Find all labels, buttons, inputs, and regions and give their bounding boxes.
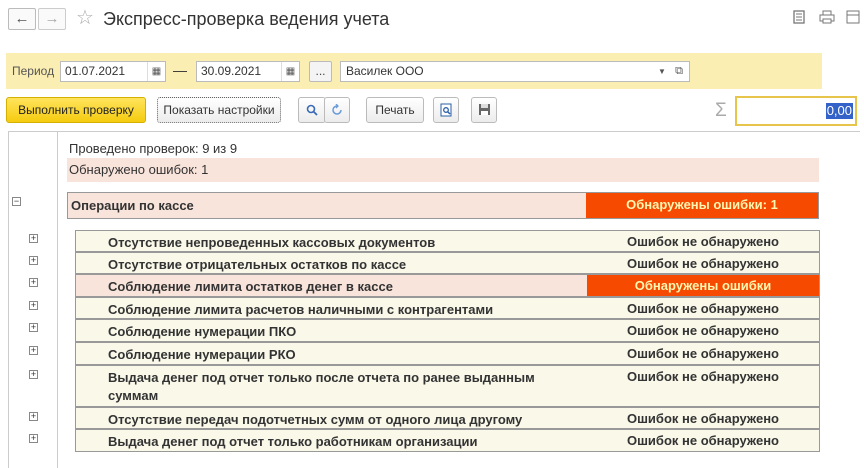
table-row[interactable]: Соблюдение нумерации ПКО Ошибок не обнар… [75,319,820,342]
star-icon[interactable]: ☆ [76,6,94,30]
more-icon[interactable] [846,10,860,26]
expand-icon[interactable]: + [29,256,38,265]
expand-icon[interactable]: + [29,278,38,287]
period-dash: — [173,62,187,78]
expand-icon[interactable]: + [29,346,38,355]
row-status: Ошибок не обнаружено [626,256,779,271]
collapse-icon[interactable]: − [12,197,21,206]
title-bar: ← → ☆ Экспресс-проверка ведения учета [0,0,864,40]
date-from-value: 01.07.2021 [65,64,126,78]
row-name: Выдача денег под отчет только после отче… [108,370,535,403]
reset-search-button[interactable] [324,97,350,123]
save-button[interactable] [471,97,497,123]
tree-gutter [57,132,58,468]
organization-value: Василек ООО [346,64,424,78]
row-status: Ошибок не обнаружено [626,411,779,426]
back-icon[interactable]: ← [8,8,36,30]
table-row[interactable]: Соблюдение лимита остатков денег в кассе… [75,274,820,297]
table-row[interactable]: Соблюдение лимита расчетов наличными с к… [75,297,820,319]
row-status: Ошибок не обнаружено [626,369,779,384]
row-status: Ошибок не обнаружено [626,301,779,316]
date-to-field[interactable]: 30.09.2021 ▦ [196,61,300,82]
expand-icon[interactable]: + [29,323,38,332]
period-select-button[interactable]: ... [309,61,332,82]
print-button[interactable]: Печать [366,97,424,123]
date-to-value: 30.09.2021 [201,64,262,78]
row-name: Соблюдение нумерации РКО [108,347,296,362]
row-name: Соблюдение нумерации ПКО [108,324,297,339]
calendar-icon[interactable]: ▦ [281,62,299,81]
table-row[interactable]: Отсутствие непроведенных кассовых докуме… [75,230,820,252]
table-row[interactable]: Выдача денег под отчет только работникам… [75,429,820,452]
row-status: Ошибок не обнаружено [626,346,779,361]
row-status: Ошибок не обнаружено [626,323,779,338]
row-name: Соблюдение лимита расчетов наличными с к… [108,302,494,317]
show-settings-button[interactable]: Показать настройки [157,97,281,123]
sum-value: 0,00 [825,103,853,119]
row-name: Отсутствие непроведенных кассовых докуме… [108,235,436,250]
errors-found-text: Обнаружено ошибок: 1 [69,162,209,177]
row-name: Отсутствие передач подотчетных сумм от о… [108,412,523,427]
row-status: Ошибок не обнаружено [626,234,779,249]
search-button[interactable] [298,97,326,123]
date-from-field[interactable]: 01.07.2021 ▦ [60,61,166,82]
group-status: Обнаружены ошибки: 1 [586,193,818,218]
expand-icon[interactable]: + [29,301,38,310]
forward-icon[interactable]: → [38,8,66,30]
run-check-button[interactable]: Выполнить проверку [6,97,146,123]
row-name: Выдача денег под отчет только работникам… [108,434,478,449]
document-icon[interactable] [792,10,806,26]
calendar-icon[interactable]: ▦ [147,62,165,81]
table-row[interactable]: Соблюдение нумерации РКО Ошибок не обнар… [75,342,820,365]
group-name: Операции по кассе [71,198,194,213]
row-status: Обнаружены ошибки [587,275,819,296]
page-title: Экспресс-проверка ведения учета [103,9,390,29]
refresh-icon [331,103,343,119]
expand-icon[interactable]: + [29,234,38,243]
group-row-cash[interactable]: Операции по кассе Обнаружены ошибки: 1 [67,192,819,219]
expand-icon[interactable]: + [29,412,38,421]
expand-icon[interactable]: + [29,370,38,379]
errors-found-bar: Обнаружено ошибок: 1 [67,158,819,182]
filter-bar: Период 01.07.2021 ▦ — 30.09.2021 ▦ ... В… [6,53,822,89]
print-icon[interactable] [819,10,835,26]
table-row[interactable]: Отсутствие отрицательных остатков по кас… [75,252,820,274]
checks-done-text: Проведено проверок: 9 из 9 [69,141,238,156]
table-row[interactable]: Выдача денег под отчет только после отче… [75,365,820,407]
sigma-icon: Σ [715,100,727,121]
save-icon [478,104,491,119]
preview-icon [440,103,452,120]
period-label: Период [12,64,55,78]
chevron-down-icon[interactable]: ▼ [655,62,669,81]
open-icon[interactable]: ⧉ [671,62,687,81]
organization-field[interactable]: Василек ООО ▼ ⧉ [340,61,690,82]
row-name: Соблюдение лимита остатков денег в кассе [108,279,393,294]
row-status: Ошибок не обнаружено [626,433,779,448]
expand-icon[interactable]: + [29,434,38,443]
sum-field[interactable]: 0,00 [735,96,857,126]
table-row[interactable]: Отсутствие передач подотчетных сумм от о… [75,407,820,429]
preview-button[interactable] [433,97,459,123]
search-icon [306,104,318,119]
row-name: Отсутствие отрицательных остатков по кас… [108,257,407,272]
report-area[interactable]: Проведено проверок: 9 из 9 Обнаружено ош… [8,131,860,468]
